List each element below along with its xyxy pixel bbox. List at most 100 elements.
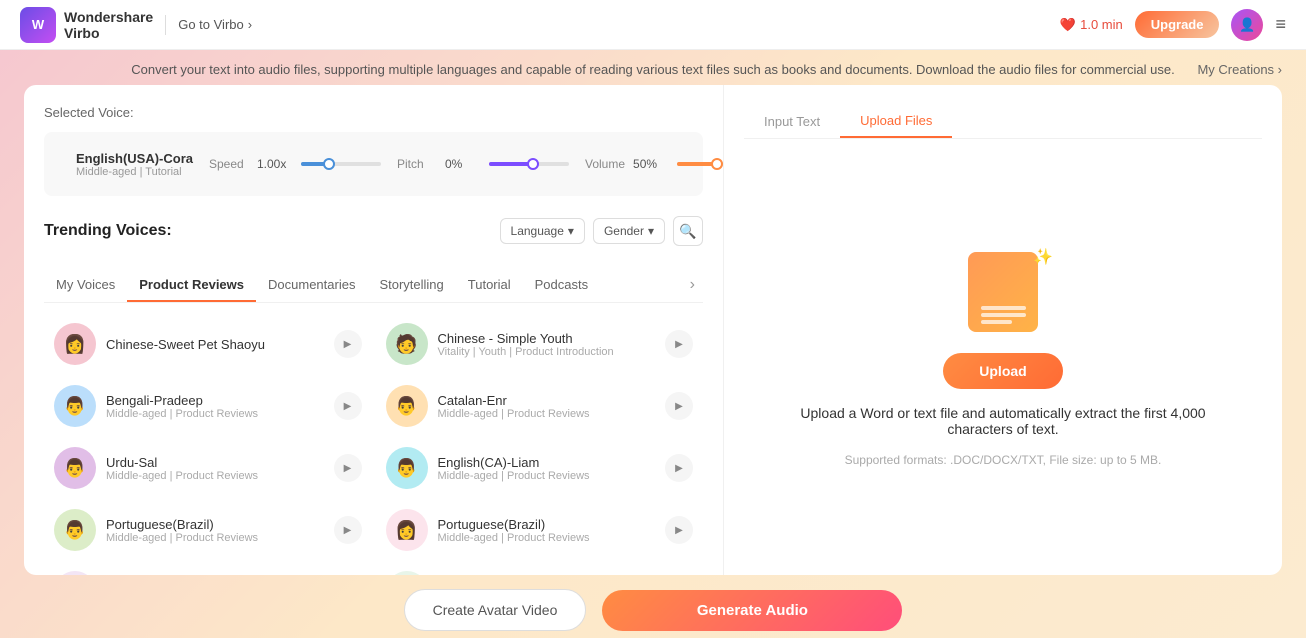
play-button-7[interactable]: ▶ xyxy=(334,516,362,544)
tab-upload-files[interactable]: Upload Files xyxy=(840,105,952,138)
tab-my-voices[interactable]: My Voices xyxy=(44,269,127,302)
gender-chevron-icon: ▾ xyxy=(648,224,654,238)
doc-line-3 xyxy=(981,320,1013,324)
goto-virbo-chevron: › xyxy=(248,17,252,32)
voice-avatar-9: 👩 xyxy=(54,571,96,575)
banner: Convert your text into audio files, supp… xyxy=(0,50,1306,85)
doc-line-2 xyxy=(981,313,1026,317)
goto-virbo-link[interactable]: Go to Virbo › xyxy=(178,17,252,32)
list-item[interactable]: 👨 Catalan-Enr Middle-aged | Product Revi… xyxy=(376,377,704,435)
play-button-8[interactable]: ▶ xyxy=(665,516,693,544)
language-filter-label: Language xyxy=(511,224,564,238)
my-creations-link[interactable]: My Creations › xyxy=(1197,62,1282,77)
list-item[interactable]: 👩 Chinese-Sweet Pet Shaoyu ▶ xyxy=(44,315,372,373)
left-panel: Selected Voice: 👩 English(USA)-Cora Midd… xyxy=(24,85,724,575)
tab-documentaries[interactable]: Documentaries xyxy=(256,269,367,302)
header: W WondershareVirbo Go to Virbo › ❤️ 1.0 … xyxy=(0,0,1306,50)
tabs-chevron-icon[interactable]: › xyxy=(682,268,703,302)
play-button-1[interactable]: ▶ xyxy=(334,330,362,358)
generate-audio-button[interactable]: Generate Audio xyxy=(602,590,902,631)
voice-meta-6: Middle-aged | Product Reviews xyxy=(438,470,656,482)
list-item[interactable]: 🧑 Chinese - Simple Youth Vitality | Yout… xyxy=(376,315,704,373)
volume-track[interactable] xyxy=(677,162,724,166)
speed-label: Speed xyxy=(209,157,249,171)
right-panel: Input Text Upload Files ✨ Upload Upload … xyxy=(724,85,1282,575)
voice-details-4: Catalan-Enr Middle-aged | Product Review… xyxy=(438,393,656,420)
voice-details-1: Chinese-Sweet Pet Shaoyu xyxy=(106,337,324,352)
speed-track[interactable] xyxy=(301,162,381,166)
voice-name-1: Chinese-Sweet Pet Shaoyu xyxy=(106,337,324,352)
voice-details-7: Portuguese(Brazil) Middle-aged | Product… xyxy=(106,517,324,544)
main-container: Selected Voice: 👩 English(USA)-Cora Midd… xyxy=(24,85,1282,575)
upload-icon-container: ✨ xyxy=(953,247,1053,337)
tab-input-text[interactable]: Input Text xyxy=(744,105,840,138)
sparkle-icon: ✨ xyxy=(1033,247,1053,267)
pitch-value: 0% xyxy=(445,157,481,171)
speed-value: 1.00x xyxy=(257,157,293,171)
play-button-6[interactable]: ▶ xyxy=(665,454,693,482)
voice-meta-7: Middle-aged | Product Reviews xyxy=(106,532,324,544)
header-right: ❤️ 1.0 min Upgrade 👤 ≡ xyxy=(1060,9,1286,41)
voice-avatar-10: 👩 xyxy=(386,571,428,575)
create-avatar-button[interactable]: Create Avatar Video xyxy=(404,589,587,631)
gender-filter[interactable]: Gender ▾ xyxy=(593,218,665,244)
voice-controls: 👩 English(USA)-Cora Middle-aged | Tutori… xyxy=(44,132,703,196)
voice-avatar-4: 👨 xyxy=(386,385,428,427)
selected-voice-meta: Middle-aged | Tutorial xyxy=(76,166,193,178)
play-button-2[interactable]: ▶ xyxy=(665,330,693,358)
play-button-3[interactable]: ▶ xyxy=(334,392,362,420)
goto-virbo-label: Go to Virbo xyxy=(178,17,244,32)
voice-name-4: Catalan-Enr xyxy=(438,393,656,408)
search-icon: 🔍 xyxy=(679,223,696,240)
voice-avatar-1: 👩 xyxy=(54,323,96,365)
header-divider xyxy=(165,15,166,35)
voice-tabs: My Voices Product Reviews Documentaries … xyxy=(44,268,703,303)
volume-thumb[interactable] xyxy=(711,158,723,170)
voice-avatar-6: 👨 xyxy=(386,447,428,489)
voice-details-3: Bengali-Pradeep Middle-aged | Product Re… xyxy=(106,393,324,420)
voice-details-5: Urdu-Sal Middle-aged | Product Reviews xyxy=(106,455,324,482)
upload-description: Upload a Word or text file and automatic… xyxy=(800,405,1205,437)
list-item[interactable]: 👨 Portuguese(Brazil) Middle-aged | Produ… xyxy=(44,501,372,559)
list-item[interactable]: 👨 English(CA)-Liam Middle-aged | Product… xyxy=(376,439,704,497)
play-button-4[interactable]: ▶ xyxy=(665,392,693,420)
voice-meta-4: Middle-aged | Product Reviews xyxy=(438,408,656,420)
voice-name-2: Chinese - Simple Youth xyxy=(438,331,656,346)
speed-thumb[interactable] xyxy=(323,158,335,170)
logo-text: WondershareVirbo xyxy=(64,9,153,41)
voice-meta-5: Middle-aged | Product Reviews xyxy=(106,470,324,482)
tab-product-reviews[interactable]: Product Reviews xyxy=(127,269,256,302)
language-chevron-icon: ▾ xyxy=(568,224,574,238)
selected-voice-label: Selected Voice: xyxy=(44,105,703,120)
upload-button[interactable]: Upload xyxy=(943,353,1062,389)
list-item[interactable]: 👨 Urdu-Sal Middle-aged | Product Reviews… xyxy=(44,439,372,497)
right-tabs: Input Text Upload Files xyxy=(744,105,1262,139)
voice-avatar-3: 👨 xyxy=(54,385,96,427)
play-button-5[interactable]: ▶ xyxy=(334,454,362,482)
doc-line-1 xyxy=(981,306,1026,310)
tab-tutorial[interactable]: Tutorial xyxy=(456,269,523,302)
pitch-track[interactable] xyxy=(489,162,569,166)
voice-avatar-2: 🧑 xyxy=(386,323,428,365)
pitch-label: Pitch xyxy=(397,157,437,171)
upload-formats: Supported formats: .DOC/DOCX/TXT, File s… xyxy=(845,453,1162,467)
filters-row: Language ▾ Gender ▾ 🔍 xyxy=(500,216,703,246)
voice-meta-8: Middle-aged | Product Reviews xyxy=(438,532,656,544)
user-avatar[interactable]: 👤 xyxy=(1231,9,1263,41)
search-button[interactable]: 🔍 xyxy=(673,216,703,246)
tab-storytelling[interactable]: Storytelling xyxy=(367,269,455,302)
voice-name-5: Urdu-Sal xyxy=(106,455,324,470)
list-item[interactable]: 👨 Bengali-Pradeep Middle-aged | Product … xyxy=(44,377,372,435)
selected-voice-name: English(USA)-Cora xyxy=(76,151,193,166)
menu-button[interactable]: ≡ xyxy=(1275,14,1286,35)
pitch-thumb[interactable] xyxy=(527,158,539,170)
gender-filter-label: Gender xyxy=(604,224,644,238)
voice-avatar-5: 👨 xyxy=(54,447,96,489)
list-item[interactable]: 👩 Portuguese(Brazil) Middle-aged | Produ… xyxy=(376,501,704,559)
upgrade-button[interactable]: Upgrade xyxy=(1135,11,1220,38)
tab-podcasts[interactable]: Podcasts xyxy=(523,269,600,302)
list-item[interactable]: 👩 Chinese - Promotional Fem... Exciting … xyxy=(376,563,704,575)
voice-avatar-7: 👨 xyxy=(54,509,96,551)
list-item[interactable]: 👩 Welsh-Nia Middle-aged | Product Review… xyxy=(44,563,372,575)
language-filter[interactable]: Language ▾ xyxy=(500,218,585,244)
